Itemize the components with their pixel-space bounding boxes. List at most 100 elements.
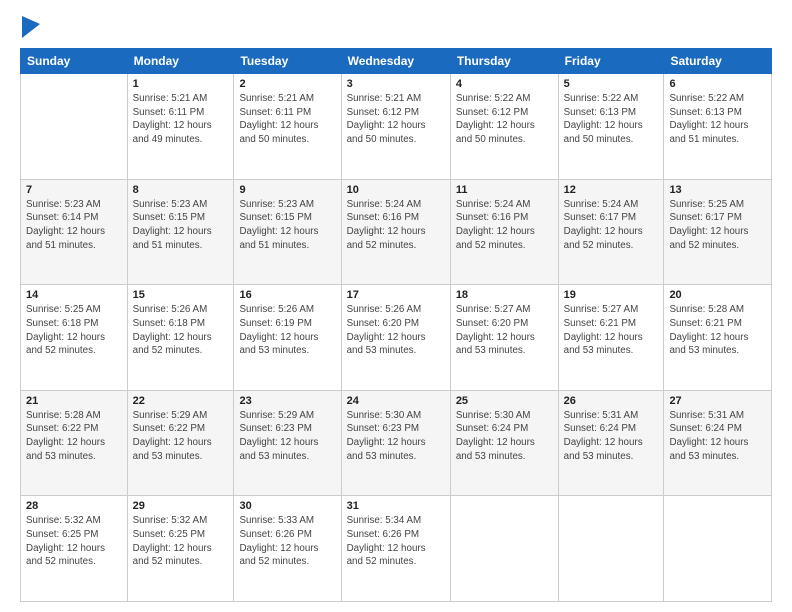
week-row-2: 7 Sunrise: 5:23 AMSunset: 6:14 PMDaylight… xyxy=(21,179,772,285)
calendar-cell xyxy=(21,74,128,180)
cell-day-number: 24 xyxy=(347,395,445,407)
cell-info: Sunrise: 5:24 AMSunset: 6:16 PMDaylight:… xyxy=(456,198,553,253)
calendar-cell: 28Sunrise: 5:32 AMSunset: 6:25 PMDayligh… xyxy=(21,496,128,602)
week-row-5: 28 Sunrise: 5:32 AMSunset: 6:25 PMDayligh… xyxy=(21,496,772,602)
cell-info: Sunrise: 5:23 AMSunset: 6:15 PMDaylight:… xyxy=(133,198,229,253)
calendar-cell: 8 Sunrise: 5:23 AMSunset: 6:15 PMDaylight… xyxy=(127,179,234,285)
cell-day-number: 30 xyxy=(239,500,335,512)
calendar-cell: 18 Sunrise: 5:27 AMSunset: 6:20 PMDayligh… xyxy=(450,285,558,391)
week-row-4: 21 Sunrise: 5:28 AMSunset: 6:22 PMDayligh… xyxy=(21,390,772,496)
cell-info: Sunrise: 5:24 AMSunset: 6:17 PMDaylight:… xyxy=(564,198,659,253)
cell-info: Sunrise: 5:30 AMSunset: 6:23 PMDaylight:… xyxy=(347,409,445,464)
cell-day-number: 6 xyxy=(669,78,766,90)
col-header-tuesday: Tuesday xyxy=(234,49,341,74)
week-row-1: 1 Sunrise: 5:21 AMSunset: 6:11 PMDaylight… xyxy=(21,74,772,180)
cell-info: Sunrise: 5:25 AMSunset: 6:18 PMDaylight:… xyxy=(26,303,122,358)
calendar-cell: 15 Sunrise: 5:26 AMSunset: 6:18 PMDayligh… xyxy=(127,285,234,391)
calendar-cell: 30 Sunrise: 5:33 AMSunset: 6:26 PMDayligh… xyxy=(234,496,341,602)
calendar-cell: 22 Sunrise: 5:29 AMSunset: 6:22 PMDayligh… xyxy=(127,390,234,496)
calendar-cell: 7 Sunrise: 5:23 AMSunset: 6:14 PMDaylight… xyxy=(21,179,128,285)
col-header-friday: Friday xyxy=(558,49,664,74)
calendar-cell: 12 Sunrise: 5:24 AMSunset: 6:17 PMDayligh… xyxy=(558,179,664,285)
cell-day-number: 16 xyxy=(239,289,335,301)
cell-info: Sunrise: 5:26 AMSunset: 6:20 PMDaylight:… xyxy=(347,303,445,358)
cell-day-number: 15 xyxy=(133,289,229,301)
col-header-thursday: Thursday xyxy=(450,49,558,74)
calendar-cell: 27Sunrise: 5:31 AMSunset: 6:24 PMDayligh… xyxy=(664,390,772,496)
cell-info: Sunrise: 5:33 AMSunset: 6:26 PMDaylight:… xyxy=(239,514,335,569)
cell-info: Sunrise: 5:23 AMSunset: 6:15 PMDaylight:… xyxy=(239,198,335,253)
cell-day-number: 3 xyxy=(347,78,445,90)
cell-day-number: 23 xyxy=(239,395,335,407)
cell-info: Sunrise: 5:32 AMSunset: 6:25 PMDaylight:… xyxy=(133,514,229,569)
calendar-cell xyxy=(558,496,664,602)
cell-day-number: 9 xyxy=(239,184,335,196)
cell-info: Sunrise: 5:29 AMSunset: 6:22 PMDaylight:… xyxy=(133,409,229,464)
cell-day-number: 12 xyxy=(564,184,659,196)
calendar-cell xyxy=(450,496,558,602)
calendar-cell xyxy=(664,496,772,602)
calendar-cell: 21 Sunrise: 5:28 AMSunset: 6:22 PMDayligh… xyxy=(21,390,128,496)
cell-info: Sunrise: 5:28 AMSunset: 6:21 PMDaylight:… xyxy=(669,303,766,358)
calendar-cell: 9 Sunrise: 5:23 AMSunset: 6:15 PMDaylight… xyxy=(234,179,341,285)
cell-info: Sunrise: 5:26 AMSunset: 6:18 PMDaylight:… xyxy=(133,303,229,358)
cell-day-number: 17 xyxy=(347,289,445,301)
cell-info: Sunrise: 5:31 AMSunset: 6:24 PMDaylight:… xyxy=(669,409,766,464)
cell-info: Sunrise: 5:21 AMSunset: 6:11 PMDaylight:… xyxy=(239,92,335,147)
logo-icon xyxy=(22,16,40,38)
calendar-cell: 14 Sunrise: 5:25 AMSunset: 6:18 PMDayligh… xyxy=(21,285,128,391)
cell-info: Sunrise: 5:31 AMSunset: 6:24 PMDaylight:… xyxy=(564,409,659,464)
calendar-cell: 3Sunrise: 5:21 AMSunset: 6:12 PMDaylight… xyxy=(341,74,450,180)
cell-info: Sunrise: 5:22 AMSunset: 6:13 PMDaylight:… xyxy=(669,92,766,147)
cell-info: Sunrise: 5:22 AMSunset: 6:12 PMDaylight:… xyxy=(456,92,553,147)
cell-day-number: 10 xyxy=(347,184,445,196)
cell-info: Sunrise: 5:34 AMSunset: 6:26 PMDaylight:… xyxy=(347,514,445,569)
cell-day-number: 28 xyxy=(26,500,122,512)
cell-day-number: 26 xyxy=(564,395,659,407)
col-header-wednesday: Wednesday xyxy=(341,49,450,74)
calendar-cell: 26 Sunrise: 5:31 AMSunset: 6:24 PMDayligh… xyxy=(558,390,664,496)
col-header-sunday: Sunday xyxy=(21,49,128,74)
calendar-cell: 13Sunrise: 5:25 AMSunset: 6:17 PMDayligh… xyxy=(664,179,772,285)
header xyxy=(20,18,772,38)
cell-info: Sunrise: 5:24 AMSunset: 6:16 PMDaylight:… xyxy=(347,198,445,253)
calendar-cell: 25Sunrise: 5:30 AMSunset: 6:24 PMDayligh… xyxy=(450,390,558,496)
calendar-header: SundayMondayTuesdayWednesdayThursdayFrid… xyxy=(21,49,772,74)
calendar-cell: 5 Sunrise: 5:22 AMSunset: 6:13 PMDaylight… xyxy=(558,74,664,180)
cell-day-number: 5 xyxy=(564,78,659,90)
cell-info: Sunrise: 5:28 AMSunset: 6:22 PMDaylight:… xyxy=(26,409,122,464)
header-row: SundayMondayTuesdayWednesdayThursdayFrid… xyxy=(21,49,772,74)
col-header-saturday: Saturday xyxy=(664,49,772,74)
calendar-cell: 1 Sunrise: 5:21 AMSunset: 6:11 PMDaylight… xyxy=(127,74,234,180)
page: SundayMondayTuesdayWednesdayThursdayFrid… xyxy=(0,0,792,612)
cell-info: Sunrise: 5:29 AMSunset: 6:23 PMDaylight:… xyxy=(239,409,335,464)
cell-day-number: 18 xyxy=(456,289,553,301)
cell-info: Sunrise: 5:27 AMSunset: 6:20 PMDaylight:… xyxy=(456,303,553,358)
calendar-cell: 23 Sunrise: 5:29 AMSunset: 6:23 PMDayligh… xyxy=(234,390,341,496)
cell-day-number: 20 xyxy=(669,289,766,301)
calendar-body: 1 Sunrise: 5:21 AMSunset: 6:11 PMDaylight… xyxy=(21,74,772,602)
calendar-cell: 16 Sunrise: 5:26 AMSunset: 6:19 PMDayligh… xyxy=(234,285,341,391)
cell-day-number: 25 xyxy=(456,395,553,407)
cell-day-number: 29 xyxy=(133,500,229,512)
calendar-cell: 20 Sunrise: 5:28 AMSunset: 6:21 PMDayligh… xyxy=(664,285,772,391)
cell-info: Sunrise: 5:26 AMSunset: 6:19 PMDaylight:… xyxy=(239,303,335,358)
calendar-cell: 17 Sunrise: 5:26 AMSunset: 6:20 PMDayligh… xyxy=(341,285,450,391)
cell-day-number: 1 xyxy=(133,78,229,90)
cell-day-number: 22 xyxy=(133,395,229,407)
calendar-cell: 10 Sunrise: 5:24 AMSunset: 6:16 PMDayligh… xyxy=(341,179,450,285)
cell-day-number: 4 xyxy=(456,78,553,90)
cell-info: Sunrise: 5:25 AMSunset: 6:17 PMDaylight:… xyxy=(669,198,766,253)
logo xyxy=(20,18,40,38)
calendar-cell: 6 Sunrise: 5:22 AMSunset: 6:13 PMDaylight… xyxy=(664,74,772,180)
cell-day-number: 14 xyxy=(26,289,122,301)
calendar-cell: 24 Sunrise: 5:30 AMSunset: 6:23 PMDayligh… xyxy=(341,390,450,496)
cell-info: Sunrise: 5:21 AMSunset: 6:11 PMDaylight:… xyxy=(133,92,229,147)
cell-day-number: 21 xyxy=(26,395,122,407)
cell-info: Sunrise: 5:22 AMSunset: 6:13 PMDaylight:… xyxy=(564,92,659,147)
cell-info: Sunrise: 5:23 AMSunset: 6:14 PMDaylight:… xyxy=(26,198,122,253)
calendar-cell: 29 Sunrise: 5:32 AMSunset: 6:25 PMDayligh… xyxy=(127,496,234,602)
cell-day-number: 19 xyxy=(564,289,659,301)
cell-day-number: 7 xyxy=(26,184,122,196)
cell-day-number: 8 xyxy=(133,184,229,196)
